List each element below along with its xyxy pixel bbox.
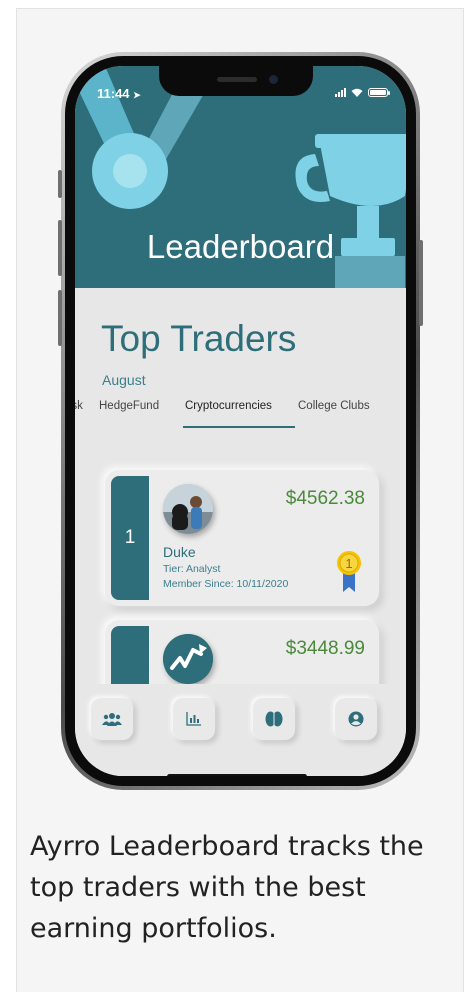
volume-down-button bbox=[58, 290, 62, 346]
bottom-nav bbox=[75, 684, 406, 776]
category-tabs: esk HedgeFund Cryptocurrencies College C… bbox=[75, 400, 406, 430]
member-since: Member Since: 10/11/2020 bbox=[163, 578, 289, 590]
svg-text:1: 1 bbox=[345, 556, 352, 571]
brain-icon bbox=[265, 711, 283, 727]
month-label: August bbox=[102, 372, 146, 388]
camera-notch bbox=[159, 66, 313, 96]
tab-hedgefund[interactable]: HedgeFund bbox=[99, 400, 159, 412]
avatar bbox=[163, 484, 213, 534]
location-arrow-icon: ➤ bbox=[133, 90, 141, 100]
rank-badge: 1 bbox=[111, 476, 149, 600]
trader-amount: $3448.99 bbox=[285, 638, 365, 659]
users-icon bbox=[102, 713, 122, 726]
tab-cryptocurrencies[interactable]: Cryptocurrencies bbox=[185, 400, 272, 412]
status-time: 11:44 ➤ bbox=[97, 86, 141, 101]
profile-icon bbox=[348, 711, 364, 727]
app-screen: 11:44 ➤ Leaderboard Top Traders August k… bbox=[75, 66, 406, 776]
tab-college-clubs[interactable]: College Clubs bbox=[298, 400, 370, 412]
nav-leaderboard-button[interactable] bbox=[91, 698, 133, 740]
speaker-grille bbox=[217, 77, 257, 82]
trader-amount: $4562.38 bbox=[285, 488, 365, 509]
chart-icon bbox=[186, 712, 201, 726]
avatar bbox=[163, 634, 213, 684]
trader-tier: Tier: Analyst bbox=[163, 563, 221, 575]
phone-frame: 11:44 ➤ Leaderboard Top Traders August k… bbox=[58, 52, 423, 790]
nav-learn-button[interactable] bbox=[253, 698, 295, 740]
trend-logo-icon bbox=[163, 634, 213, 684]
status-icons bbox=[335, 87, 390, 97]
main-content: Top Traders August esk HedgeFund Cryptoc… bbox=[75, 288, 406, 776]
header-title: Leaderboard bbox=[146, 228, 335, 265]
nav-profile-button[interactable] bbox=[335, 698, 377, 740]
nav-charts-button[interactable] bbox=[173, 698, 215, 740]
trader-name: Duke bbox=[163, 544, 196, 560]
front-camera bbox=[269, 75, 278, 84]
home-indicator[interactable] bbox=[167, 774, 307, 776]
volume-up-button bbox=[58, 220, 62, 276]
signal-icon bbox=[335, 87, 346, 97]
battery-icon bbox=[368, 87, 390, 97]
trader-card[interactable]: 1 $4562.38 Duke Tier: Analyst Member Sin… bbox=[105, 470, 379, 606]
first-place-medal-icon: 1 bbox=[337, 551, 361, 592]
tab-desk[interactable]: esk bbox=[75, 400, 83, 412]
mute-switch bbox=[58, 170, 62, 198]
caption-text: Ayrro Leaderboard tracks the top traders… bbox=[30, 831, 424, 944]
wifi-icon bbox=[351, 88, 363, 97]
page-title: Top Traders bbox=[101, 318, 297, 359]
active-tab-indicator bbox=[183, 426, 295, 428]
power-button bbox=[419, 240, 423, 326]
leaderboard-header: 11:44 ➤ Leaderboard bbox=[75, 66, 406, 288]
